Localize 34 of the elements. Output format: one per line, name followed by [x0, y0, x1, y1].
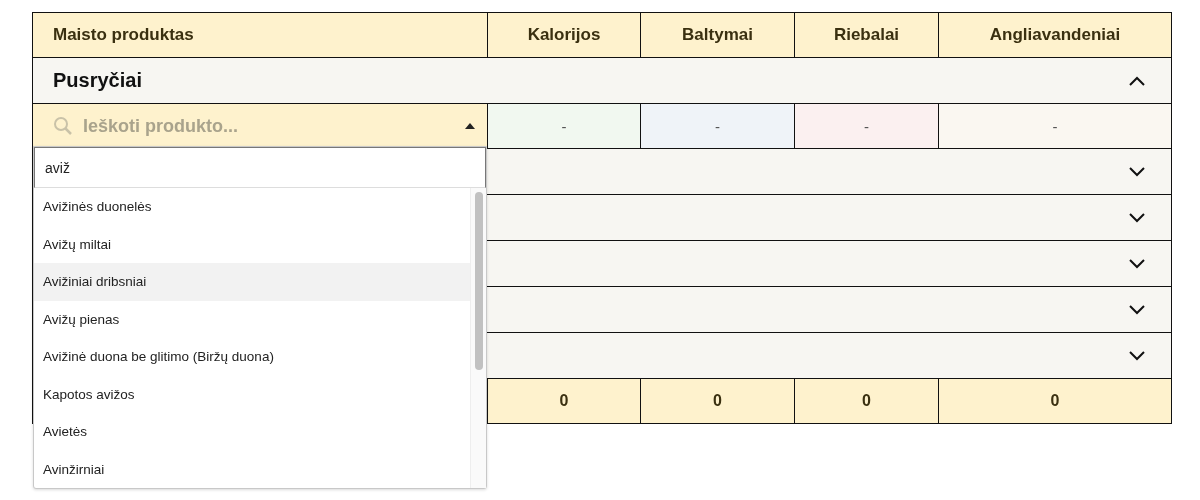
- dropdown-option[interactable]: Avižiniai dribsniai: [34, 263, 470, 301]
- column-header: Baltymai: [640, 12, 795, 58]
- filter-input[interactable]: aviž: [34, 147, 486, 188]
- search-placeholder: Ieškoti produkto...: [83, 115, 239, 137]
- chevron-down-icon[interactable]: [1129, 212, 1145, 223]
- total-cell: 0: [938, 378, 1172, 424]
- dropdown-option[interactable]: Kapotos avižos: [34, 375, 470, 413]
- caret-icon[interactable]: [465, 123, 475, 129]
- search-icon: [53, 116, 73, 136]
- chevron-down-icon[interactable]: [1129, 258, 1145, 269]
- column-header: Riebalai: [794, 12, 939, 58]
- dropdown-option[interactable]: Avietės: [34, 413, 470, 451]
- total-cell: 0: [640, 378, 795, 424]
- section-title: Pusryčiai: [53, 69, 142, 92]
- total-cell: 0: [794, 378, 939, 424]
- dropdown-option[interactable]: Avižinė duona be glitimo (Biržų duona): [34, 338, 470, 376]
- nutrient-cell: -: [640, 103, 795, 149]
- dropdown-option[interactable]: Avižinės duonelės: [34, 188, 470, 226]
- column-header: Maisto produktas: [32, 12, 488, 58]
- dropdown-option[interactable]: Avižų miltai: [34, 225, 470, 263]
- chevron-down-icon[interactable]: [1129, 166, 1145, 177]
- column-header: Angliavandeniai: [938, 12, 1172, 58]
- chevron-down-icon[interactable]: [1129, 304, 1145, 315]
- nutrient-cell: -: [487, 103, 641, 149]
- dropdown-option[interactable]: Avižų pienas: [34, 300, 470, 338]
- scrollbar[interactable]: [470, 188, 486, 488]
- nutrient-cell: -: [938, 103, 1172, 149]
- nutrient-cell: -: [794, 103, 939, 149]
- chevron-up-icon[interactable]: [1129, 75, 1145, 86]
- total-cell: 0: [487, 378, 641, 424]
- section-header[interactable]: Pusryčiai: [32, 57, 1172, 104]
- chevron-down-icon[interactable]: [1129, 350, 1145, 361]
- column-header: Kalorijos: [487, 12, 641, 58]
- dropdown-option[interactable]: Avinžirniai: [34, 450, 470, 488]
